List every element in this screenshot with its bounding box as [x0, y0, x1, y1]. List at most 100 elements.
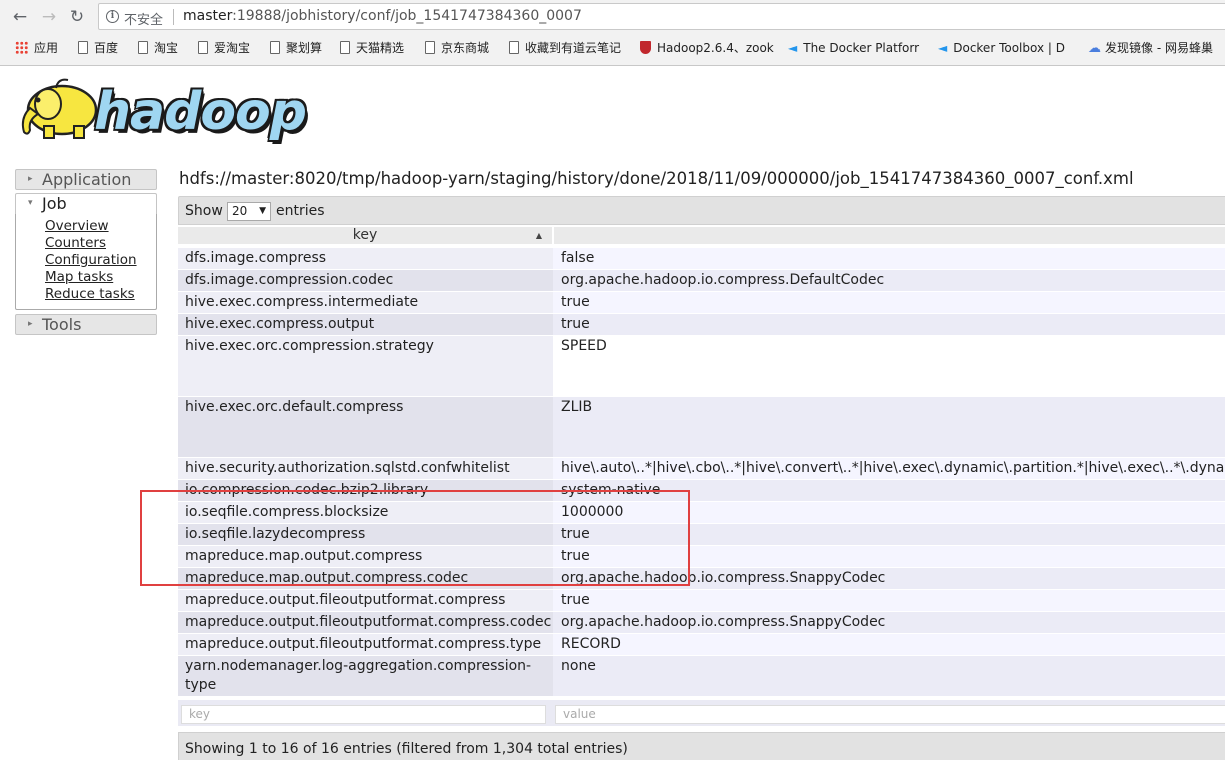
table-row: mapreduce.output.fileoutputformat.compre…: [178, 612, 1225, 634]
bookmark-label: 淘宝: [154, 41, 179, 55]
key-cell: hive.exec.orc.compression.strategy: [178, 336, 553, 396]
bookmark-hadoop[interactable]: Hadoop2.6.4、zook: [640, 39, 778, 57]
value-cell: ZLIB: [553, 397, 1225, 457]
docker-whale-icon: ◄: [788, 41, 798, 55]
table-row: hive.exec.orc.default.compress ZLIB: [178, 397, 1225, 458]
table-row: yarn.nodemanager.log-aggregation.compres…: [178, 656, 1225, 697]
page-icon: [509, 41, 519, 54]
bookmark-label: Hadoop2.6.4、zook: [657, 41, 774, 55]
bookmark-label: The Docker Platforr: [803, 41, 920, 55]
table-row: hive.exec.orc.compression.strategy SPEED: [178, 336, 1225, 397]
chevron-down-icon: ▼: [259, 206, 266, 216]
key-cell: dfs.image.compression.codec: [178, 270, 553, 291]
value-cell: 1000000: [553, 502, 1225, 523]
logo-wordmark-text: hadoop: [94, 82, 307, 142]
show-label: Show: [185, 203, 223, 219]
address-bar[interactable]: i 不安全 master:19888/jobhistory/conf/job_1…: [98, 3, 1225, 30]
page-icon: [270, 41, 280, 54]
column-header-label: key: [352, 227, 378, 243]
url-text[interactable]: master:19888/jobhistory/conf/job_1541747…: [183, 8, 582, 24]
key-filter-input[interactable]: key: [181, 705, 546, 724]
bookmark-aitaobao[interactable]: 爱淘宝: [198, 39, 250, 57]
page-size-select[interactable]: 20 ▼: [227, 202, 271, 221]
page-icon: [425, 41, 435, 54]
bookmark-jd[interactable]: 京东商城: [425, 39, 489, 57]
value-filter-input[interactable]: value: [555, 705, 1225, 724]
value-cell: false: [553, 248, 1225, 269]
browser-navbar: ← → ↻ i 不安全 master:19888/jobhistory/conf…: [0, 0, 1225, 34]
sidebar-section-tools[interactable]: ▸ Tools: [15, 314, 157, 335]
key-cell: yarn.nodemanager.log-aggregation.compres…: [178, 656, 553, 696]
sidebar-section-job[interactable]: ▾ Job: [15, 193, 157, 214]
sort-ascending-icon: ▲: [535, 231, 542, 240]
insecure-label[interactable]: 不安全: [124, 9, 163, 28]
value-cell: RECORD: [553, 634, 1225, 655]
bookmark-docker-toolbox[interactable]: ◄ Docker Toolbox | D: [938, 39, 1074, 57]
caret-down-icon: ▾: [28, 198, 33, 208]
key-cell: hive.security.authorization.sqlstd.confw…: [178, 458, 553, 479]
value-cell: system-native: [553, 480, 1225, 501]
url-host: master: [183, 8, 233, 24]
bookmark-docker-platform[interactable]: ◄ The Docker Platforr: [788, 39, 928, 57]
hadoop-logo: hadoop: [16, 74, 316, 146]
table-row: mapreduce.map.output.compress.codec org.…: [178, 568, 1225, 590]
key-cell: io.compression.codec.bzip2.library: [178, 480, 553, 501]
key-cell: mapreduce.output.fileoutputformat.compre…: [178, 612, 553, 633]
table-row: io.seqfile.compress.blocksize 1000000: [178, 502, 1225, 524]
sidebar-section-application[interactable]: ▸ Application: [15, 169, 157, 190]
page-icon: [78, 41, 88, 54]
bookmark-youdao[interactable]: 收藏到有道云笔记: [509, 39, 621, 57]
table-row: dfs.image.compression.codec org.apache.h…: [178, 270, 1225, 292]
bookmark-label: 天猫精选: [356, 41, 405, 55]
table-body: dfs.image.compress false dfs.image.compr…: [178, 248, 1225, 697]
bookmark-label: 收藏到有道云笔记: [525, 41, 622, 55]
page-icon: [340, 41, 350, 54]
key-cell: mapreduce.map.output.compress.codec: [178, 568, 553, 589]
conf-table: Show 20 ▼ entries key ▲ dfs.image.compre…: [178, 196, 1225, 760]
column-header-value[interactable]: [554, 227, 1225, 244]
reload-icon[interactable]: ↻: [65, 5, 89, 29]
back-arrow-icon[interactable]: ←: [8, 5, 32, 29]
value-cell: SPEED: [553, 336, 1225, 396]
table-row: hive.security.authorization.sqlstd.confw…: [178, 458, 1225, 480]
column-header-key[interactable]: key ▲: [178, 227, 553, 244]
bookmark-label: 聚划算: [286, 41, 323, 55]
value-cell: org.apache.hadoop.io.compress.DefaultCod…: [553, 270, 1225, 291]
page-size-value: 20: [232, 204, 248, 218]
key-cell: mapreduce.output.fileoutputformat.compre…: [178, 634, 553, 655]
url-path: :19888/jobhistory/conf/job_1541747384360…: [232, 8, 582, 24]
browser-chrome: ← → ↻ i 不安全 master:19888/jobhistory/conf…: [0, 0, 1225, 66]
elephant-icon: [21, 78, 98, 139]
shield-icon: [640, 41, 651, 54]
link-reduce-tasks[interactable]: Reduce tasks: [45, 286, 156, 303]
entries-label: entries: [276, 203, 325, 219]
bookmark-label: 爱淘宝: [214, 41, 251, 55]
bookmark-baidu[interactable]: 百度: [78, 39, 118, 57]
bookmark-label: Docker Toolbox | D: [953, 41, 1065, 55]
value-cell: true: [553, 546, 1225, 567]
sidebar-section-label: Tools: [42, 315, 82, 334]
value-cell: hive\.auto\..*|hive\.cbo\..*|hive\.conve…: [553, 458, 1225, 479]
table-row: mapreduce.output.fileoutputformat.compre…: [178, 590, 1225, 612]
link-map-tasks[interactable]: Map tasks: [45, 269, 156, 286]
bookmark-tmall[interactable]: 天猫精选: [340, 39, 404, 57]
link-overview[interactable]: Overview: [45, 218, 156, 235]
bookmark-apps[interactable]: 应用: [15, 39, 58, 57]
omnibox-divider: [173, 9, 174, 25]
forward-arrow-icon[interactable]: →: [37, 5, 61, 29]
key-cell: dfs.image.compress: [178, 248, 553, 269]
bookmark-juhuasuan[interactable]: 聚划算: [270, 39, 322, 57]
info-icon[interactable]: i: [106, 10, 119, 23]
caret-right-icon: ▸: [28, 174, 33, 184]
table-row: mapreduce.output.fileoutputformat.compre…: [178, 634, 1225, 656]
value-cell: true: [553, 590, 1225, 611]
bookmark-label: 应用: [34, 41, 59, 55]
bookmark-netease[interactable]: ☁ 发现镜像 - 网易蜂巢: [1088, 39, 1225, 57]
link-counters[interactable]: Counters: [45, 235, 156, 252]
bookmark-label: 发现镜像 - 网易蜂巢: [1105, 41, 1213, 55]
bookmark-taobao[interactable]: 淘宝: [138, 39, 178, 57]
page-icon: [138, 41, 148, 54]
link-configuration[interactable]: Configuration: [45, 252, 156, 269]
table-row: io.seqfile.lazydecompress true: [178, 524, 1225, 546]
table-toolbar: Show 20 ▼ entries: [178, 196, 1225, 225]
